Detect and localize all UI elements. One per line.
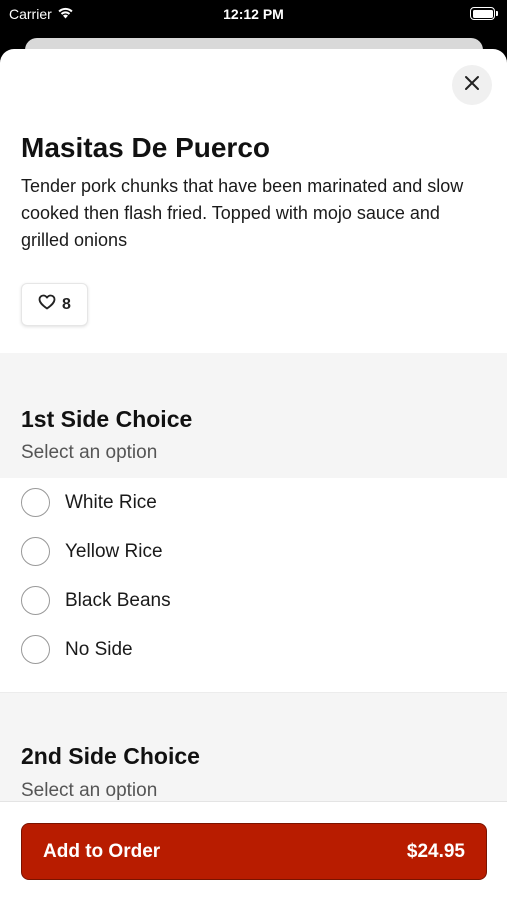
section-title: 2nd Side Choice (21, 743, 200, 769)
like-button[interactable]: 8 (21, 283, 88, 326)
close-button[interactable] (452, 65, 492, 105)
radio-button[interactable] (21, 635, 50, 664)
section-title: 1st Side Choice (21, 406, 193, 432)
side-choice-1-header: 1st Side Choice Select an option (0, 353, 507, 478)
option-white-rice[interactable]: White Rice (0, 478, 507, 527)
battery-tip (496, 11, 498, 16)
option-black-beans[interactable]: Black Beans (0, 576, 507, 625)
add-to-order-label: Add to Order (43, 840, 161, 862)
radio-button[interactable] (21, 586, 50, 615)
option-label: White Rice (65, 491, 157, 513)
option-label: Black Beans (65, 589, 171, 611)
order-footer: Add to Order $24.95 (0, 801, 507, 900)
section-subtitle: Select an option (21, 780, 158, 801)
option-label: Yellow Rice (65, 540, 163, 562)
side-choice-1-options: White Rice Yellow Rice Black Beans No Si… (0, 478, 507, 674)
heart-icon (38, 294, 56, 315)
option-yellow-rice[interactable]: Yellow Rice (0, 527, 507, 576)
add-to-order-button[interactable]: Add to Order $24.95 (21, 823, 487, 880)
order-price: $24.95 (406, 840, 465, 862)
status-bar: Carrier 12:12 PM (0, 0, 507, 30)
option-no-side[interactable]: No Side (0, 625, 507, 674)
status-time: 12:12 PM (223, 6, 284, 22)
close-icon (464, 75, 480, 96)
item-description: Tender pork chunks that have been marina… (21, 176, 464, 250)
battery-level (472, 9, 493, 18)
battery-icon (470, 7, 498, 20)
item-title: Masitas De Puerco (21, 132, 270, 163)
like-count: 8 (62, 295, 71, 313)
item-sheet: Masitas De Puerco Tender pork chunks tha… (0, 49, 507, 900)
section-subtitle: Select an option (21, 442, 158, 463)
screen: Carrier 12:12 PM Masitas De Puerco Tende… (0, 0, 507, 900)
side-choice-2-header: 2nd Side Choice Select an option (0, 692, 507, 812)
option-label: No Side (65, 638, 133, 660)
radio-button[interactable] (21, 488, 50, 517)
radio-button[interactable] (21, 537, 50, 566)
